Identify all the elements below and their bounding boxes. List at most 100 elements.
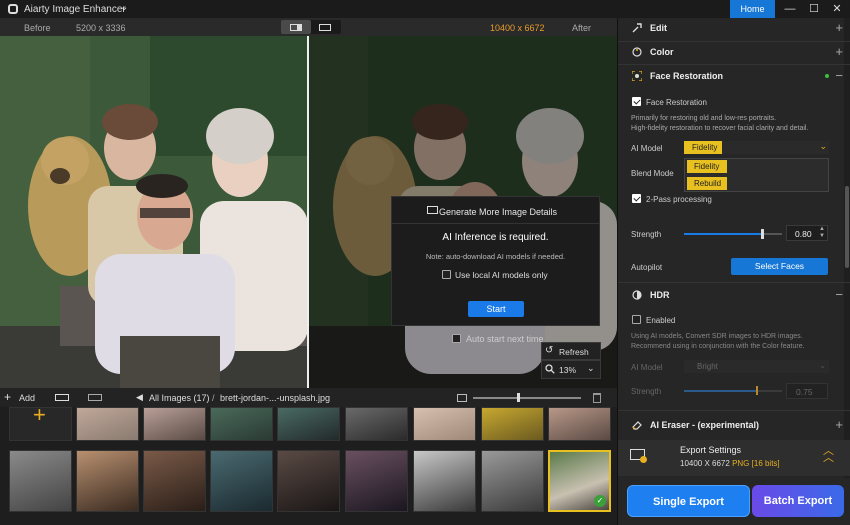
strength-input[interactable]: 0.80 ▲ ▼ xyxy=(786,225,828,241)
thumbnail[interactable] xyxy=(143,407,206,441)
ai-eraser-section-header[interactable]: AI Eraser - (experimental) + xyxy=(618,415,850,435)
spin-arrows-icon[interactable]: ▲ ▼ xyxy=(819,226,825,240)
all-images-link[interactable]: All Images (17) xyxy=(149,393,210,403)
active-indicator xyxy=(825,74,829,78)
dialog-title: Generate More Image Details xyxy=(439,207,558,217)
face-scan-icon xyxy=(632,71,642,81)
thumbnail-strip: + ✓ xyxy=(0,407,617,525)
compare-split-handle[interactable] xyxy=(307,36,309,388)
collapse-icon[interactable]: − xyxy=(835,287,843,302)
before-photo xyxy=(0,36,308,388)
thumbnail[interactable] xyxy=(9,450,72,512)
hdr-strength-input: 0.75 xyxy=(786,383,828,399)
start-button[interactable]: Start xyxy=(468,301,524,317)
thumbnail[interactable] xyxy=(143,450,206,512)
color-section-header[interactable]: Color + xyxy=(618,42,850,62)
thumbnail[interactable] xyxy=(413,450,476,512)
image-size-icon xyxy=(457,394,467,402)
thumbnail[interactable] xyxy=(345,407,408,441)
thumbnail[interactable] xyxy=(413,407,476,441)
batch-export-button[interactable]: Batch Export xyxy=(752,485,844,517)
export-settings[interactable]: Export Settings 10400 X 6672 PNG [16 bit… xyxy=(618,440,850,476)
zoom-select[interactable]: 13% ⌄ xyxy=(541,360,601,379)
blend-mode-label: Blend Mode xyxy=(631,169,674,178)
split-view-button[interactable] xyxy=(281,20,311,34)
list-view-icon[interactable] xyxy=(88,394,102,401)
thumbnail[interactable] xyxy=(277,450,340,512)
generate-details-dialog: Generate More Image Details AI Inference… xyxy=(391,196,600,326)
thumbnail[interactable] xyxy=(481,407,544,441)
thumbnail[interactable] xyxy=(277,407,340,441)
panel-scrollbar-thumb[interactable] xyxy=(845,186,849,268)
minimize-button[interactable]: — xyxy=(781,1,799,17)
expand-icon[interactable]: + xyxy=(835,20,843,35)
face-restoration-title: Face Restoration xyxy=(650,71,724,81)
inference-required-text: AI Inference is required. xyxy=(442,232,549,243)
collapse-icon[interactable]: − xyxy=(835,68,843,83)
use-local-models-checkbox[interactable] xyxy=(442,270,451,279)
thumbnail[interactable] xyxy=(481,450,544,512)
thumbnail-selected[interactable]: ✓ xyxy=(548,450,611,512)
hdr-ai-model-value: Bright xyxy=(697,362,718,371)
divider xyxy=(618,282,850,283)
selected-check-icon: ✓ xyxy=(594,495,606,507)
hdr-strength-handle xyxy=(756,386,758,395)
hdr-ai-model-label: AI Model xyxy=(631,363,663,372)
home-button[interactable]: Home xyxy=(730,0,775,18)
strength-value: 0.80 xyxy=(795,229,812,239)
thumbnail[interactable] xyxy=(210,450,273,512)
add-icon[interactable]: + xyxy=(4,390,11,404)
thumbnail-size-slider[interactable] xyxy=(473,397,581,399)
after-label: After xyxy=(572,23,592,33)
option-fidelity[interactable]: Fidelity xyxy=(687,160,727,173)
app-menu-chevron-icon[interactable]: ⌄ xyxy=(120,2,128,13)
face-restoration-section-header[interactable]: Face Restoration − xyxy=(618,66,850,86)
expand-icon[interactable]: + xyxy=(835,417,843,432)
thumbnail[interactable] xyxy=(76,407,139,441)
thumbnail[interactable] xyxy=(76,450,139,512)
export-settings-info: 10400 X 6672 PNG [16 bits] xyxy=(680,459,780,468)
split-view-icon xyxy=(290,24,302,31)
refresh-button[interactable]: ↺ Refresh xyxy=(541,342,601,360)
thumbnail[interactable] xyxy=(345,450,408,512)
thumbnail[interactable] xyxy=(548,407,611,441)
add-button[interactable]: Add xyxy=(19,393,35,403)
edit-section-header[interactable]: Edit + xyxy=(618,18,850,38)
face-restoration-checkbox[interactable] xyxy=(632,97,641,106)
single-export-button[interactable]: Single Export xyxy=(627,485,750,517)
export-format: PNG xyxy=(732,459,750,468)
chevron-down-icon: ⌄ xyxy=(819,361,826,370)
ai-model-label: AI Model xyxy=(631,144,663,153)
trash-icon[interactable] xyxy=(593,393,601,403)
close-button[interactable]: ✕ xyxy=(828,1,846,17)
strength-slider-handle[interactable] xyxy=(761,229,764,239)
grid-view-icon[interactable] xyxy=(55,394,69,401)
view-mode-toggle[interactable] xyxy=(281,20,341,34)
expand-icon[interactable]: + xyxy=(835,44,843,59)
add-image-tile[interactable]: + xyxy=(9,407,72,441)
strength-slider[interactable] xyxy=(684,233,782,235)
auto-start-checkbox[interactable] xyxy=(452,334,461,343)
thumbnail-size-handle[interactable] xyxy=(517,393,520,402)
hdr-strength-value: 0.75 xyxy=(796,387,813,397)
auto-start-label: Auto start next time xyxy=(466,334,544,344)
option-rebuild[interactable]: Rebuild xyxy=(687,177,727,190)
two-pass-checkbox[interactable] xyxy=(632,194,641,203)
side-by-side-view-icon[interactable] xyxy=(319,24,331,31)
eraser-icon xyxy=(632,421,642,430)
double-chevron-up-icon[interactable]: ︿ ︿ xyxy=(823,446,834,464)
select-faces-button[interactable]: Select Faces xyxy=(731,258,828,275)
zoom-magnifier-icon xyxy=(545,364,555,374)
current-file-name: brett-jordan-...-unsplash.jpg xyxy=(220,393,331,403)
maximize-button[interactable]: ☐ xyxy=(805,1,823,17)
hdr-ai-model-select: Bright ⌄ xyxy=(684,360,829,373)
ai-model-select[interactable]: Fidelity ⌄ xyxy=(684,141,829,154)
hdr-section-header[interactable]: HDR − xyxy=(618,285,850,305)
face-restoration-desc-2: High-fidelity restoration to recover fac… xyxy=(631,125,809,132)
zoom-value: 13% xyxy=(559,365,577,375)
back-arrow-icon[interactable]: ◀ xyxy=(136,392,143,403)
hdr-strength-label: Strength xyxy=(631,387,662,396)
hdr-enabled-checkbox[interactable] xyxy=(632,315,641,324)
thumbnail[interactable] xyxy=(210,407,273,441)
hdr-strength-slider xyxy=(684,390,782,392)
